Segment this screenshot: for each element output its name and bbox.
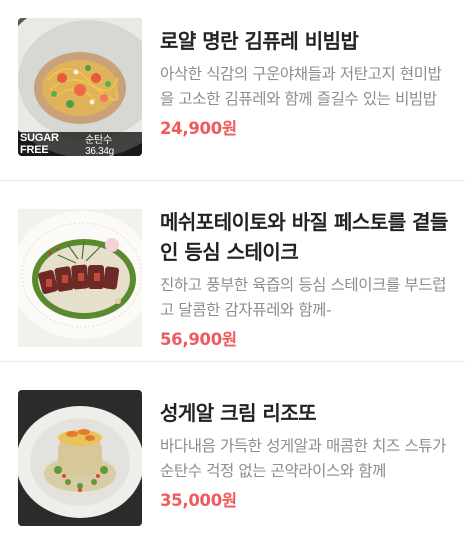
risotto-dish-image (18, 390, 142, 526)
product-info: 로얄 명란 김퓨레 비빔밥 아삭한 식감의 구운야채들과 저탄고지 현미밥을 고… (160, 26, 455, 139)
nutrition-badge: SUGAR FREE 순탄수 36.34g (18, 132, 142, 156)
product-item-risotto[interactable]: 성게알 크림 리조또 바다내음 가득한 성게알과 매콤한 치즈 스튜가 순탄수 … (0, 362, 465, 543)
product-title[interactable]: 메쉬포테이토와 바질 페스토를 곁들인 등심 스테이크 (160, 207, 455, 267)
product-price: 56,900원 (160, 330, 237, 349)
product-description: 아삭한 식감의 구운야채들과 저탄고지 현미밥을 고소한 김퓨레와 함께 즐길수… (160, 65, 442, 108)
product-info: 성게알 크림 리조또 바다내음 가득한 성게알과 매콤한 치즈 스튜가 순탄수 … (160, 398, 455, 511)
product-item-steak[interactable]: 메쉬포테이토와 바질 페스토를 곁들인 등심 스테이크 진하고 풍부한 육즙의 … (0, 181, 465, 362)
product-price: 35,000원 (160, 491, 237, 510)
product-price: 24,900원 (160, 119, 237, 138)
product-list: SUGAR FREE 순탄수 36.34g 로얄 명란 김퓨레 비빔밥 아삭한 … (0, 0, 465, 543)
product-info: 메쉬포테이토와 바질 페스토를 곁들인 등심 스테이크 진하고 풍부한 육즙의 … (160, 207, 455, 350)
product-description: 바다내음 가득한 성게알과 매콤한 치즈 스튜가 순탄수 걱정 없는 곤약라이스… (160, 437, 446, 480)
product-title[interactable]: 로얄 명란 김퓨레 비빔밥 (160, 26, 455, 56)
product-description: 진하고 풍부한 육즙의 등심 스테이크를 부드럽고 달콤한 감자퓨레와 함께- (160, 276, 446, 319)
product-title[interactable]: 성게알 크림 리조또 (160, 398, 455, 428)
product-item-bibimbap[interactable]: SUGAR FREE 순탄수 36.34g 로얄 명란 김퓨레 비빔밥 아삭한 … (0, 0, 465, 181)
steak-dish-image (18, 209, 142, 347)
sugar-free-label: SUGAR FREE (20, 132, 59, 156)
product-image-risotto[interactable] (18, 390, 142, 526)
product-image-steak[interactable] (18, 209, 142, 347)
net-carbs-label: 순탄수 36.34g (85, 135, 114, 156)
product-image-bibimbap[interactable]: SUGAR FREE 순탄수 36.34g (18, 18, 142, 156)
